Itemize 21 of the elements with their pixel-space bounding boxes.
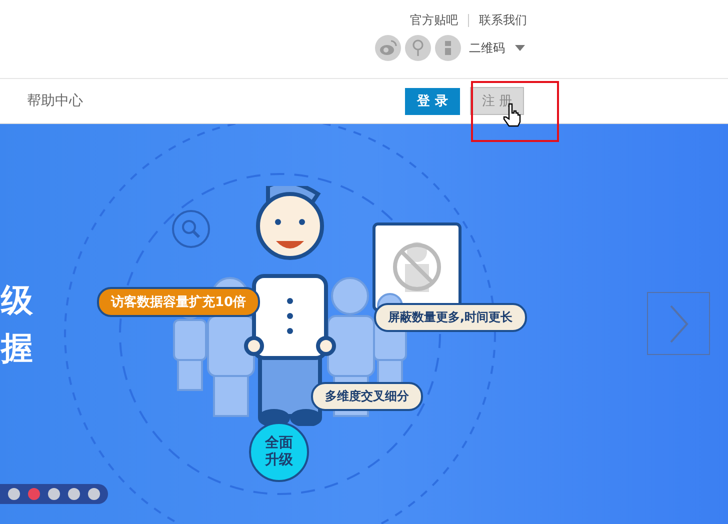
- weibo-icon[interactable]: [375, 35, 401, 61]
- feature-callout: 访客数据容量扩充10倍: [97, 287, 260, 317]
- feature-callout: 屏蔽数量更多,时间更长: [374, 303, 527, 332]
- help-center-link[interactable]: 帮助中心: [27, 92, 83, 110]
- upgrade-badge: 全面 升级: [249, 422, 309, 482]
- feature-callout: 多维度交叉细分: [311, 382, 423, 411]
- banner-heading-text: 级: [1, 284, 33, 316]
- caret-icon[interactable]: [515, 45, 525, 51]
- login-button[interactable]: 登 录: [405, 88, 460, 114]
- slide-dot[interactable]: [88, 488, 100, 500]
- banner-heading-text: 握: [1, 332, 33, 364]
- search-icon: [171, 209, 211, 249]
- p-logo-icon[interactable]: [405, 35, 431, 61]
- slide-dot[interactable]: [8, 488, 20, 500]
- header-link[interactable]: 联系我们: [479, 12, 527, 29]
- qr-code-icon[interactable]: [435, 35, 461, 61]
- slide-dot[interactable]: [68, 488, 80, 500]
- slide-dot[interactable]: [28, 488, 40, 500]
- slide-dot[interactable]: [48, 488, 60, 500]
- header-link[interactable]: 官方贴吧: [410, 12, 458, 29]
- qr-code-link[interactable]: 二维码: [469, 40, 505, 56]
